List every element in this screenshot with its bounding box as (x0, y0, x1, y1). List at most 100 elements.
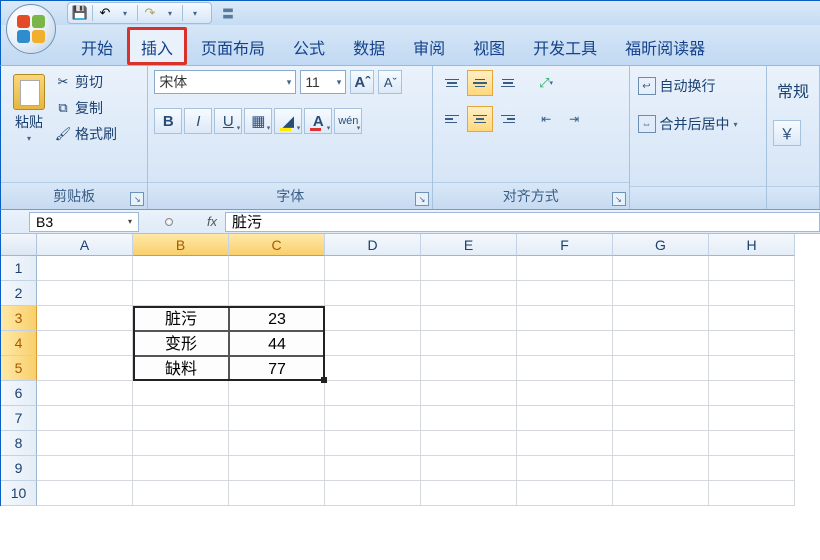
paste-button[interactable]: 粘贴 ▾ (7, 70, 51, 143)
cell-a9[interactable] (37, 456, 133, 481)
bold-button[interactable]: B (154, 108, 182, 134)
tab-home[interactable]: 开始 (67, 27, 127, 65)
cell-h4[interactable] (709, 331, 795, 356)
cell-h3[interactable] (709, 306, 795, 331)
cell-g9[interactable] (613, 456, 709, 481)
cell-b2[interactable] (133, 281, 229, 306)
cell-e4[interactable] (421, 331, 517, 356)
cell-g8[interactable] (613, 431, 709, 456)
cell-d9[interactable] (325, 456, 421, 481)
cell-b10[interactable] (133, 481, 229, 506)
cell-c9[interactable] (229, 456, 325, 481)
cell-c4[interactable]: 44 (229, 331, 325, 356)
cell-c7[interactable] (229, 406, 325, 431)
qat-overflow-icon[interactable]: 〓 (222, 5, 234, 22)
formula-bar[interactable]: 脏污 (225, 212, 820, 232)
undo-icon[interactable]: ↶ (95, 3, 115, 23)
cell-f10[interactable] (517, 481, 613, 506)
cell-h8[interactable] (709, 431, 795, 456)
cell-h6[interactable] (709, 381, 795, 406)
cell-h10[interactable] (709, 481, 795, 506)
align-top-button[interactable] (439, 70, 465, 96)
cell-f1[interactable] (517, 256, 613, 281)
cell-e3[interactable] (421, 306, 517, 331)
cell-b9[interactable] (133, 456, 229, 481)
cell-f6[interactable] (517, 381, 613, 406)
cell-h5[interactable] (709, 356, 795, 381)
font-size-combo[interactable]: 11 ▾ (300, 70, 346, 94)
tab-foxit-reader[interactable]: 福昕阅读器 (611, 27, 719, 65)
dialog-launcher-icon[interactable]: ↘ (415, 192, 429, 206)
align-middle-button[interactable] (467, 70, 493, 96)
row-header-9[interactable]: 9 (1, 456, 37, 481)
cell-a3[interactable] (37, 306, 133, 331)
cell-d4[interactable] (325, 331, 421, 356)
cell-c1[interactable] (229, 256, 325, 281)
col-header-f[interactable]: F (517, 234, 613, 256)
font-color-button[interactable]: A▾ (304, 108, 332, 134)
tab-view[interactable]: 视图 (459, 27, 519, 65)
cell-e10[interactable] (421, 481, 517, 506)
cell-e8[interactable] (421, 431, 517, 456)
tab-insert[interactable]: 插入 (127, 27, 187, 65)
cell-g1[interactable] (613, 256, 709, 281)
cell-e6[interactable] (421, 381, 517, 406)
align-center-button[interactable] (467, 106, 493, 132)
row-header-8[interactable]: 8 (1, 431, 37, 456)
cell-c2[interactable] (229, 281, 325, 306)
cell-f8[interactable] (517, 431, 613, 456)
shrink-font-button[interactable]: Aˇ (378, 70, 402, 94)
increase-indent-button[interactable]: ⇥ (561, 106, 587, 132)
spreadsheet-grid[interactable]: A B C D E F G H 123脏污234变形445缺料77678910 (0, 234, 820, 506)
cell-d6[interactable] (325, 381, 421, 406)
save-icon[interactable]: 💾 (70, 3, 90, 23)
cell-g2[interactable] (613, 281, 709, 306)
row-header-5[interactable]: 5 (1, 356, 37, 381)
paste-dropdown-icon[interactable]: ▾ (27, 134, 31, 143)
currency-button[interactable]: ￥ (773, 120, 801, 146)
underline-button[interactable]: U▾ (214, 108, 242, 134)
cell-g4[interactable] (613, 331, 709, 356)
phonetic-guide-button[interactable]: wén▾ (334, 108, 362, 134)
cell-g5[interactable] (613, 356, 709, 381)
cell-h9[interactable] (709, 456, 795, 481)
cell-g10[interactable] (613, 481, 709, 506)
row-header-6[interactable]: 6 (1, 381, 37, 406)
cell-b5[interactable]: 缺料 (133, 356, 229, 381)
borders-button[interactable]: ▦▾ (244, 108, 272, 134)
cell-f7[interactable] (517, 406, 613, 431)
cell-a10[interactable] (37, 481, 133, 506)
cell-d1[interactable] (325, 256, 421, 281)
cell-d3[interactable] (325, 306, 421, 331)
grow-font-button[interactable]: Aˆ (350, 70, 374, 94)
decrease-indent-button[interactable]: ⇤ (533, 106, 559, 132)
undo-dropdown-icon[interactable]: ▾ (115, 3, 135, 23)
cell-e9[interactable] (421, 456, 517, 481)
qat-customize-icon[interactable]: ▾ (185, 3, 205, 23)
dialog-launcher-icon[interactable]: ↘ (130, 192, 144, 206)
name-box-handle[interactable] (139, 218, 199, 226)
cell-b3[interactable]: 脏污 (133, 306, 229, 331)
col-header-a[interactable]: A (37, 234, 133, 256)
tab-developer[interactable]: 开发工具 (519, 27, 611, 65)
copy-button[interactable]: ⧉ 复制 (55, 98, 117, 118)
cell-h1[interactable] (709, 256, 795, 281)
cell-g7[interactable] (613, 406, 709, 431)
cut-button[interactable]: ✂ 剪切 (55, 72, 117, 92)
row-header-3[interactable]: 3 (1, 306, 37, 331)
cell-a7[interactable] (37, 406, 133, 431)
col-header-d[interactable]: D (325, 234, 421, 256)
number-format-label[interactable]: 常规 (773, 72, 813, 108)
row-header-4[interactable]: 4 (1, 331, 37, 356)
align-right-button[interactable] (495, 106, 521, 132)
tab-data[interactable]: 数据 (339, 27, 399, 65)
tab-review[interactable]: 审阅 (399, 27, 459, 65)
cell-b8[interactable] (133, 431, 229, 456)
cell-a1[interactable] (37, 256, 133, 281)
dialog-launcher-icon[interactable]: ↘ (612, 192, 626, 206)
cell-d10[interactable] (325, 481, 421, 506)
orientation-button[interactable]: ⤢▾ (533, 70, 559, 96)
cell-e2[interactable] (421, 281, 517, 306)
cell-c6[interactable] (229, 381, 325, 406)
cell-a8[interactable] (37, 431, 133, 456)
